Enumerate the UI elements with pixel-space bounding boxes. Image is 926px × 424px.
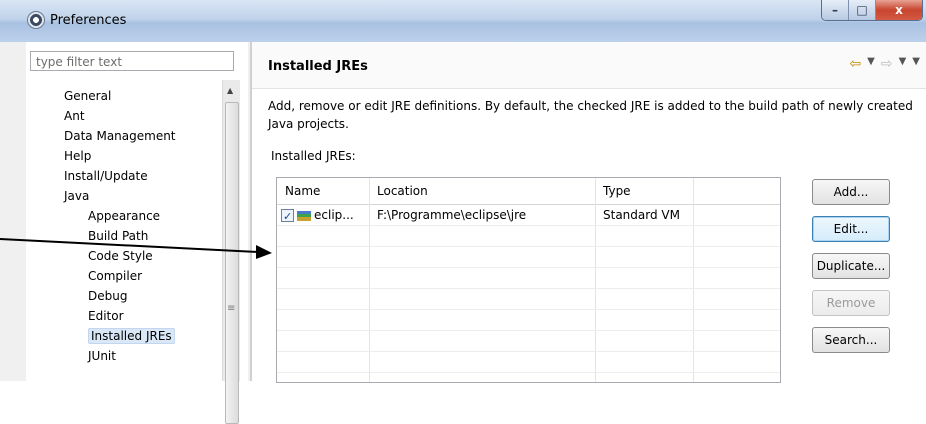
close-button[interactable]: x [876, 0, 922, 20]
add-button[interactable]: Add... [812, 179, 890, 205]
window-title: Preferences [50, 13, 127, 28]
search-button[interactable]: Search... [812, 327, 890, 353]
tree-item-label: Install/Update [64, 169, 148, 183]
tree-item-general[interactable]: General [26, 86, 222, 106]
window-controls: – □ x [821, 0, 923, 21]
forward-dropdown-icon[interactable]: ▼ [899, 56, 907, 72]
preference-page: Installed JREs ⇦ ▼ ⇨ ▼ ▼ Add, remove or … [252, 42, 926, 383]
tree-item-code-style[interactable]: Code Style [26, 246, 222, 266]
back-arrow-icon[interactable]: ⇦ [849, 56, 861, 72]
table-header: Name Location Type [277, 178, 780, 205]
table-row[interactable]: eclip... F:\Programme\eclipse\jre Standa… [277, 205, 780, 226]
tree-item-label: Editor [88, 309, 124, 323]
title-bar[interactable]: Preferences – □ x [0, 0, 926, 42]
tree-item-help[interactable]: Help [26, 146, 222, 166]
row-type-cell: Standard VM [603, 208, 680, 222]
preferences-tree: General Ant Data Management Help Install/Upd… [26, 86, 222, 366]
tree-item-label: Compiler [88, 269, 143, 283]
scrollbar-grip-icon: ≡ [227, 303, 236, 314]
tree-item-compiler[interactable]: Compiler [26, 266, 222, 286]
view-menu-icon[interactable]: ▼ [912, 56, 920, 72]
dialog-body: type filter text General Ant Data Manageme… [0, 42, 926, 424]
page-description: Add, remove or edit JRE definitions. By … [268, 99, 913, 131]
tree-item-label: Data Management [64, 129, 176, 143]
tree-item-appearance[interactable]: Appearance [26, 206, 222, 226]
tree-item-data-management[interactable]: Data Management [26, 126, 222, 146]
default-jre-checkbox[interactable] [281, 207, 294, 225]
table-row [277, 352, 780, 373]
row-name-cell: eclip... [277, 205, 369, 225]
duplicate-button[interactable]: Duplicate... [812, 253, 890, 279]
eclipse-app-icon [27, 11, 45, 29]
table-row [277, 247, 780, 268]
table-row [277, 289, 780, 310]
history-navigation: ⇦ ▼ ⇨ ▼ ▼ [849, 56, 920, 72]
column-header-location[interactable]: Location [369, 178, 595, 204]
tree-item-editor[interactable]: Editor [26, 306, 222, 326]
tree-item-label: JUnit [88, 349, 116, 363]
table-label: Installed JREs: [271, 149, 356, 163]
tree-item-label: Build Path [88, 229, 149, 243]
tree-item-install-update[interactable]: Install/Update [26, 166, 222, 186]
jre-table[interactable]: Name Location Type eclip... F:\Programme… [276, 177, 781, 383]
minimize-button[interactable]: – [822, 0, 849, 20]
edit-button[interactable]: Edit... [812, 216, 890, 242]
tree-scrollbar[interactable]: ▲ ≡ [222, 80, 240, 424]
filter-input[interactable]: type filter text [30, 51, 234, 71]
jre-name: eclip... [314, 208, 354, 222]
page-header: Installed JREs ⇦ ▼ ⇨ ▼ ▼ [252, 42, 926, 89]
row-location-cell: F:\Programme\eclipse\jre [377, 208, 527, 222]
page-title: Installed JREs [268, 59, 368, 74]
remove-button[interactable]: Remove [812, 290, 890, 316]
table-row [277, 226, 780, 247]
back-dropdown-icon[interactable]: ▼ [867, 56, 875, 72]
tree-item-label: Appearance [88, 209, 161, 223]
tree-item-label: Installed JREs [88, 328, 175, 344]
table-row [277, 310, 780, 331]
tree-item-java[interactable]: Java [26, 186, 222, 206]
tree-item-label: Help [64, 149, 92, 163]
tree-item-label: Debug [88, 289, 128, 303]
tree-item-installed-jres[interactable]: Installed JREs [26, 326, 222, 346]
forward-arrow-icon[interactable]: ⇨ [881, 56, 893, 72]
tree-item-label: Ant [64, 109, 85, 123]
preferences-window: Preferences – □ x type filter text Gener… [0, 0, 926, 424]
tree-item-debug[interactable]: Debug [26, 286, 222, 306]
tree-item-junit[interactable]: JUnit [26, 346, 222, 366]
column-header-name[interactable]: Name [277, 178, 369, 204]
tree-item-ant[interactable]: Ant [26, 106, 222, 126]
table-row [277, 331, 780, 352]
tree-item-label: General [64, 89, 112, 103]
column-header-type[interactable]: Type [595, 178, 693, 204]
tree-item-label: Java [64, 189, 90, 203]
scroll-up-arrow-icon[interactable]: ▲ [227, 86, 233, 95]
tree-item-label: Code Style [88, 249, 153, 263]
scrollbar-thumb[interactable] [225, 102, 239, 424]
table-row [277, 268, 780, 289]
jre-icon [297, 210, 311, 221]
tree-item-build-path[interactable]: Build Path [26, 226, 222, 246]
maximize-button[interactable]: □ [849, 0, 876, 20]
